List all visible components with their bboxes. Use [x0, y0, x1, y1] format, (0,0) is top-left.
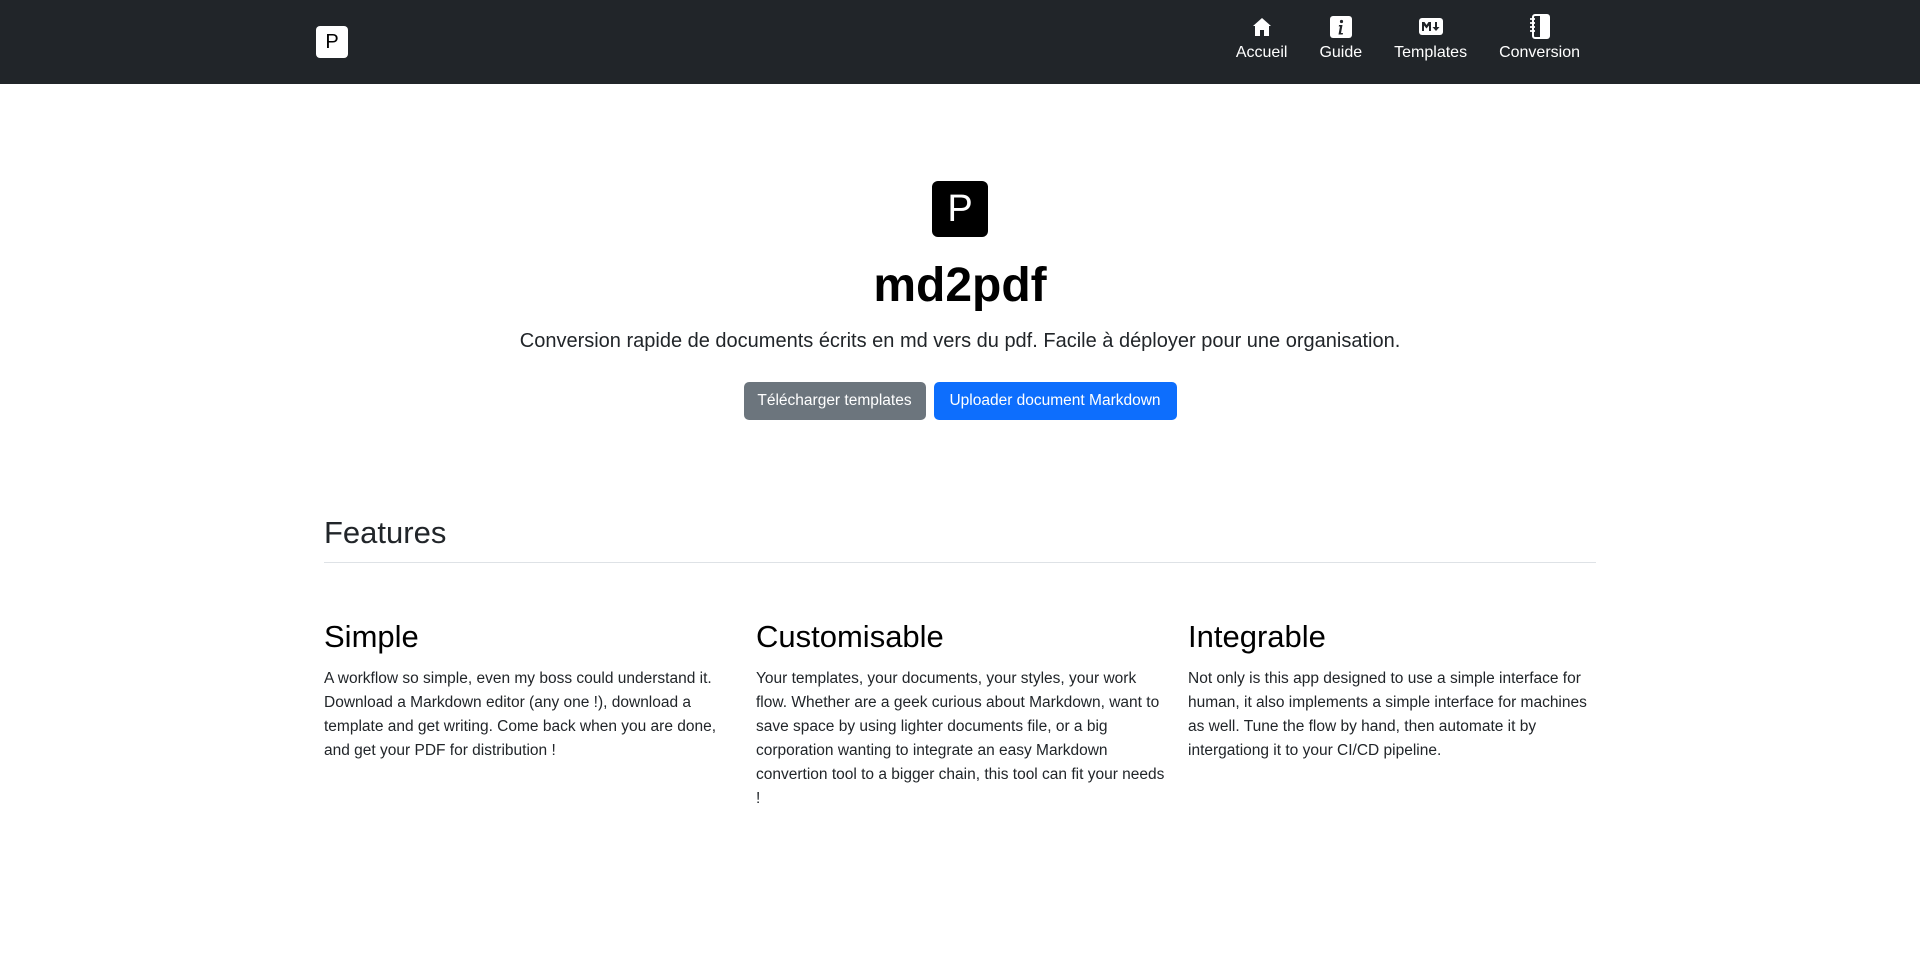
nav-item-accueil[interactable]: Accueil — [1220, 0, 1304, 84]
features-divider — [324, 562, 1596, 563]
download-templates-button[interactable]: Télécharger templates — [743, 382, 926, 420]
nav-item-guide[interactable]: Guide — [1303, 0, 1378, 84]
brand-logo[interactable]: P — [316, 26, 348, 58]
nav-item-templates[interactable]: Templates — [1378, 0, 1483, 84]
markdown-icon — [1418, 14, 1444, 40]
feature-description: Your templates, your documents, your sty… — [756, 670, 1165, 807]
feature-card-integrable: Integrable Not only is this app designed… — [1188, 617, 1598, 763]
feature-description: A workflow so simple, even my boss could… — [324, 670, 717, 759]
home-icon — [1249, 14, 1275, 40]
feature-title: Simple — [324, 619, 419, 654]
notebook-icon — [1527, 14, 1553, 40]
hero-logo: P — [932, 181, 988, 237]
hero-button-group: Télécharger templates Uploader document … — [0, 382, 1920, 420]
nav-item-label: Conversion — [1499, 44, 1580, 61]
feature-title: Integrable — [1188, 619, 1326, 654]
feature-title: Customisable — [756, 619, 944, 654]
feature-card-customisable: Customisable Your templates, your docume… — [756, 617, 1166, 811]
top-navbar: P Accueil Guide Templates Conversion — [0, 0, 1920, 84]
nav-menu: Accueil Guide Templates Conversion — [1220, 0, 1596, 84]
nav-item-label: Guide — [1319, 44, 1363, 61]
nav-item-label: Templates — [1394, 44, 1468, 61]
nav-item-label: Accueil — [1235, 44, 1288, 61]
feature-description: Not only is this app designed to use a s… — [1188, 670, 1587, 759]
info-icon — [1328, 14, 1354, 40]
hero-subtitle: Conversion rapide de documents écrits en… — [519, 330, 1401, 352]
page-title: md2pdf — [873, 259, 1047, 312]
upload-markdown-button[interactable]: Uploader document Markdown — [933, 382, 1177, 420]
feature-card-simple: Simple A workflow so simple, even my bos… — [324, 617, 734, 763]
features-heading: Features — [324, 515, 447, 550]
nav-item-conversion[interactable]: Conversion — [1483, 0, 1596, 84]
